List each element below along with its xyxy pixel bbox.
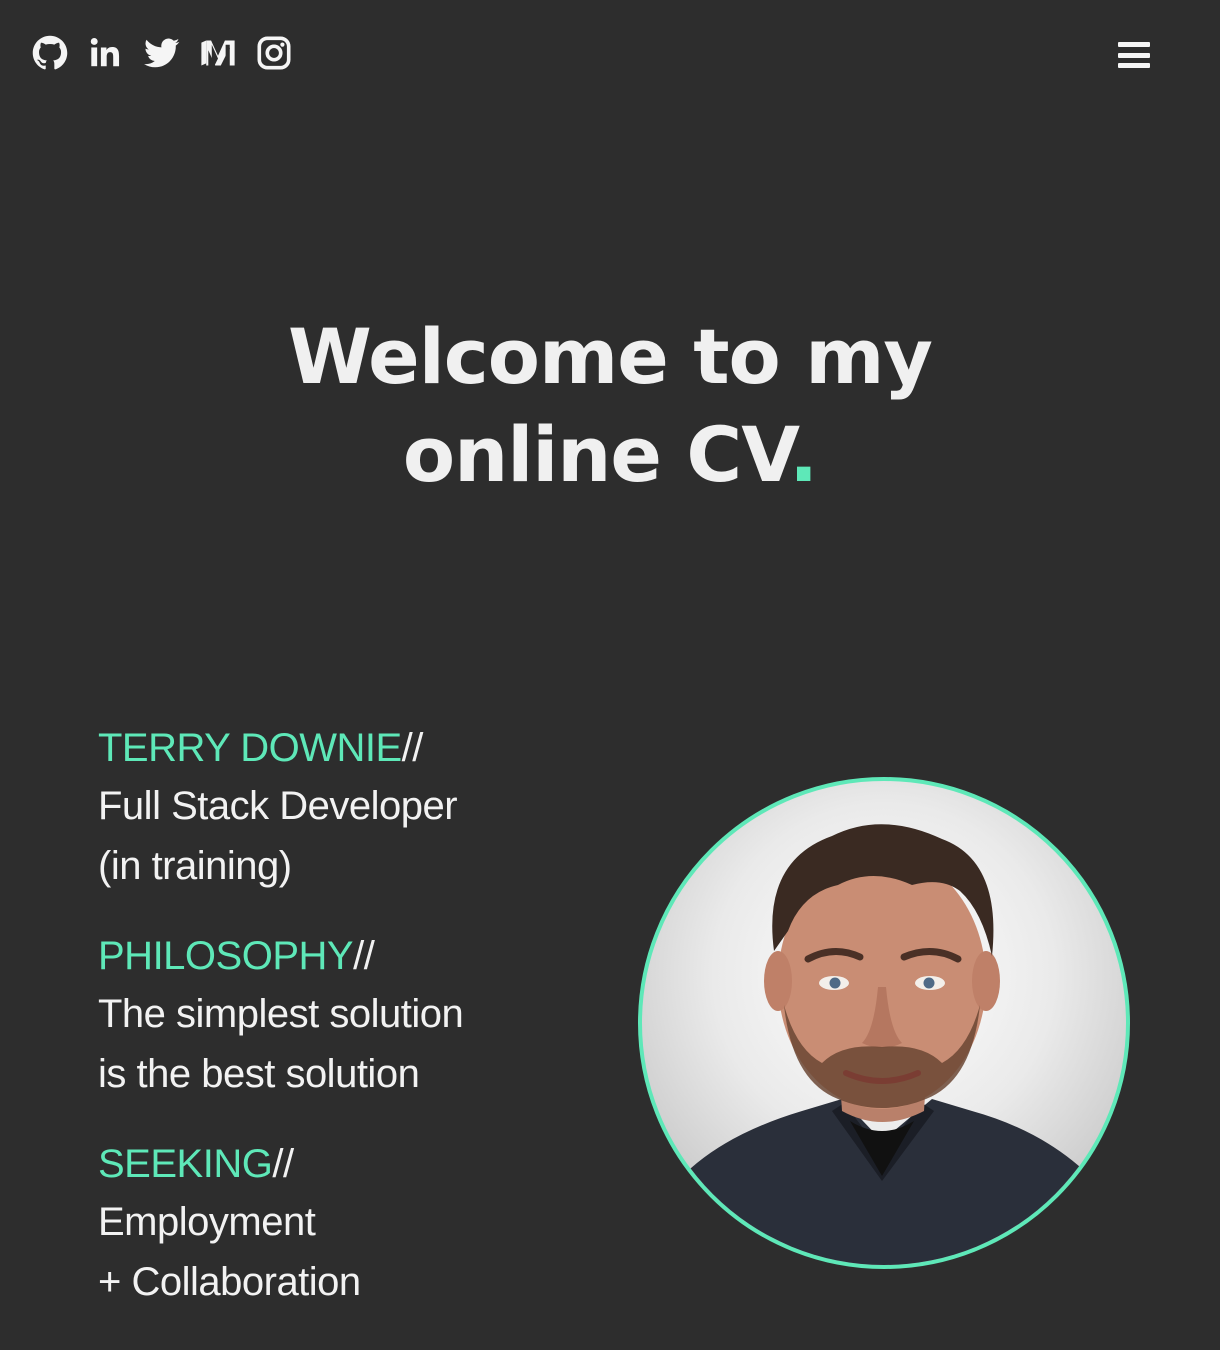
linkedin-icon[interactable] <box>88 34 124 72</box>
philosophy-separator: // <box>353 934 375 978</box>
seeking-line: + Collaboration <box>98 1260 361 1304</box>
philosophy-line: The simplest solution <box>98 992 464 1036</box>
menu-bar <box>1118 52 1150 58</box>
hamburger-menu-icon[interactable] <box>1114 40 1154 70</box>
philosophy-heading: PHILOSOPHY// <box>98 928 578 984</box>
name-label: TERRY DOWNIE <box>98 726 402 770</box>
social-links <box>32 34 292 72</box>
profile-photo <box>638 777 1130 1269</box>
name-heading: TERRY DOWNIE// <box>98 720 578 776</box>
seeking-block: SEEKING// Employment + Collaboration <box>98 1136 578 1312</box>
github-icon[interactable] <box>32 34 68 72</box>
role-line: (in training) <box>98 844 292 888</box>
title-line-1: Welcome to my <box>288 312 933 401</box>
seeking-heading: SEEKING// <box>98 1136 578 1192</box>
twitter-icon[interactable] <box>144 34 180 72</box>
profile-info: TERRY DOWNIE// Full Stack Developer (in … <box>98 720 578 1344</box>
seeking-label: SEEKING <box>98 1142 273 1186</box>
page-title: Welcome to my online CV. <box>0 308 1220 504</box>
name-block: TERRY DOWNIE// Full Stack Developer (in … <box>98 720 578 896</box>
menu-bar <box>1118 63 1150 68</box>
profile-portrait <box>642 824 1126 1265</box>
title-line-2-text: online CV <box>402 410 790 499</box>
instagram-icon[interactable] <box>256 34 292 72</box>
seeking-line: Employment <box>98 1200 316 1244</box>
philosophy-label: PHILOSOPHY <box>98 934 354 978</box>
title-line-2: online CV. <box>0 406 1220 504</box>
medium-icon[interactable] <box>200 34 236 72</box>
role-line: Full Stack Developer <box>98 784 458 828</box>
title-accent-dot: . <box>789 410 818 499</box>
menu-bar <box>1118 42 1150 47</box>
top-bar <box>0 0 1220 110</box>
seeking-separator: // <box>272 1142 294 1186</box>
name-separator: // <box>401 726 424 770</box>
philosophy-block: PHILOSOPHY// The simplest solution is th… <box>98 928 578 1104</box>
philosophy-line: is the best solution <box>98 1052 420 1096</box>
